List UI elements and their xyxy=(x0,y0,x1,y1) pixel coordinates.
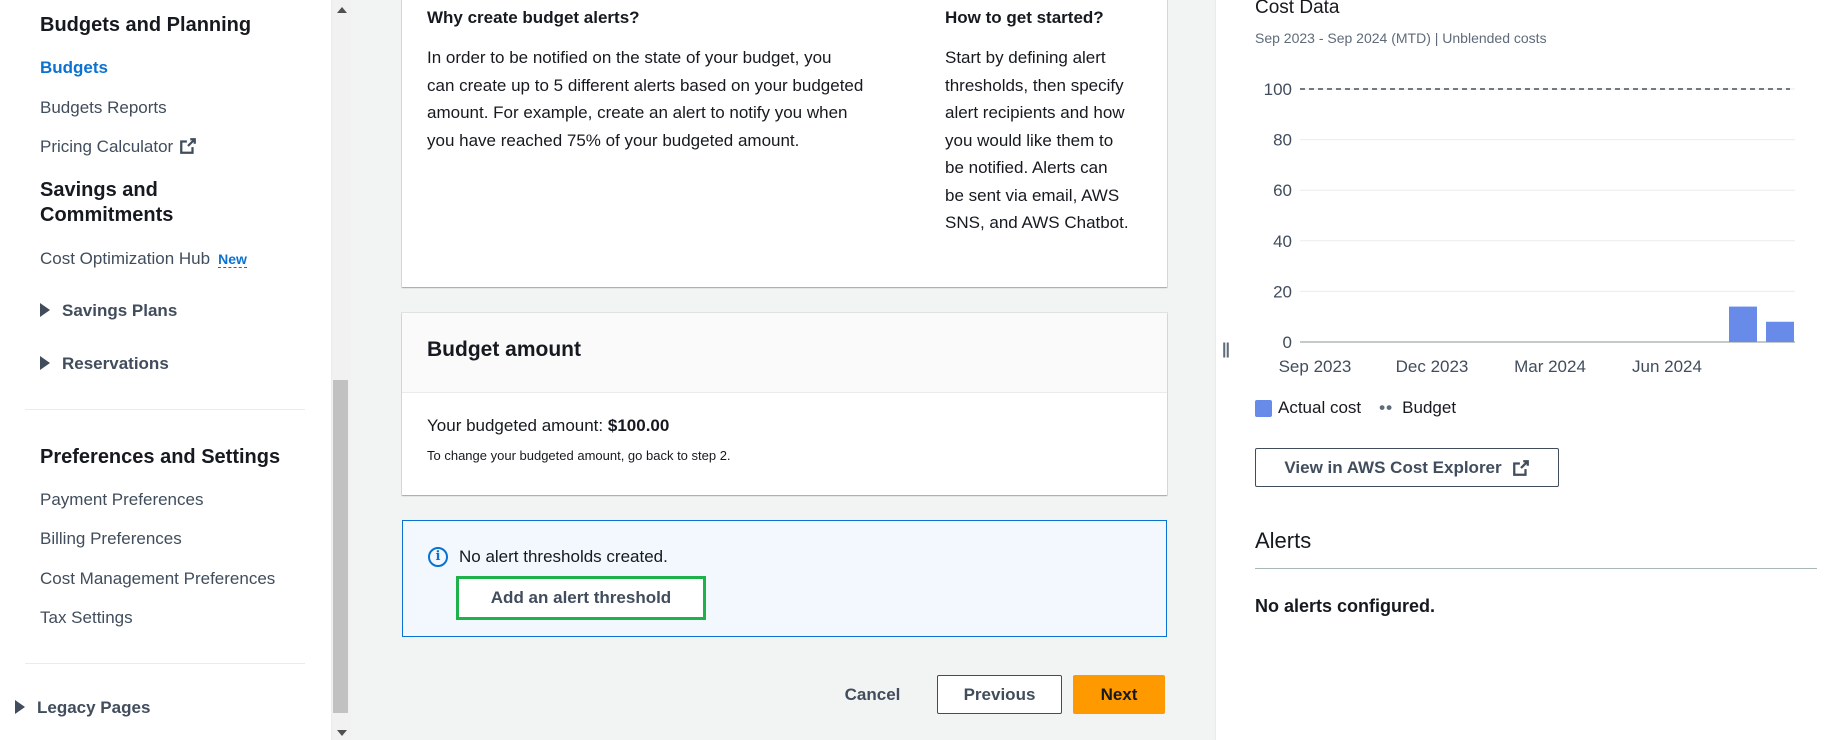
cost-optimization-hub-label: Cost Optimization Hub xyxy=(40,249,211,268)
sidebar-item-payment-preferences[interactable]: Payment Preferences xyxy=(40,489,203,511)
legend-actual-label: Actual cost xyxy=(1278,398,1362,417)
how-line: Start by defining alert xyxy=(945,48,1106,67)
why-line: In order to be notified on the state of … xyxy=(427,48,832,67)
reservations-label: Reservations xyxy=(62,354,169,373)
why-line: you have reached 75% of your budgeted am… xyxy=(427,130,800,150)
how-line: alert recipients and how xyxy=(945,103,1125,122)
chart-legend: Actual cost •• Budget xyxy=(1255,398,1456,418)
y-tick-label: 0 xyxy=(1283,333,1292,352)
previous-button[interactable]: Previous xyxy=(937,675,1062,714)
budgeted-amount-hint: To change your budgeted amount, go back … xyxy=(427,448,731,463)
view-cost-explorer-button[interactable]: View in AWS Cost Explorer xyxy=(1255,448,1559,487)
cancel-button[interactable]: Cancel xyxy=(830,675,915,714)
sidebar-expander-savings-plans[interactable]: Savings Plans xyxy=(40,300,177,322)
add-alert-threshold-button[interactable]: Add an alert threshold xyxy=(456,576,706,620)
sidebar-divider xyxy=(25,409,305,410)
sidebar-item-tax-settings[interactable]: Tax Settings xyxy=(40,607,133,629)
sidebar-item-budgets[interactable]: Budgets xyxy=(40,57,108,79)
pricing-calculator-label: Pricing Calculator xyxy=(40,137,174,156)
sidebar-item-cost-management-preferences[interactable]: Cost Management Preferences xyxy=(40,568,275,590)
how-line: thresholds, then specify xyxy=(945,75,1124,95)
x-tick-label: Jun 2024 xyxy=(1632,357,1702,376)
cost-data-subtitle: Sep 2023 - Sep 2024 (MTD) | Unblended co… xyxy=(1255,30,1547,46)
panel-resize-handle-icon[interactable]: || xyxy=(1222,341,1230,359)
sidebar-expander-legacy-pages[interactable]: Legacy Pages xyxy=(15,697,150,719)
y-tick-label: 40 xyxy=(1273,232,1292,251)
alerts-empty-message: No alerts configured. xyxy=(1255,596,1436,616)
section-title-savings-1: Savings and xyxy=(40,179,158,201)
section-title-budgets-planning: Budgets and Planning xyxy=(40,14,252,36)
external-link-icon xyxy=(180,138,197,154)
budget-amount-title: Budget amount xyxy=(427,338,581,361)
budget-amount-panel: Budget amount Your budgeted amount: $100… xyxy=(402,313,1167,495)
why-body: In order to be notified on the state of … xyxy=(427,44,907,154)
external-link-icon xyxy=(1512,459,1529,476)
why-title: Why create budget alerts? xyxy=(427,8,640,27)
budgeted-amount: Your budgeted amount: $100.00 xyxy=(427,416,669,436)
scroll-up-arrow-icon[interactable] xyxy=(337,7,347,13)
caret-right-icon xyxy=(40,303,50,317)
cost-data-title: Cost Data xyxy=(1255,0,1340,18)
why-line: can create up to 5 different alerts base… xyxy=(427,75,864,95)
y-tick-label: 100 xyxy=(1264,80,1292,99)
no-thresholds-message: No alert thresholds created. xyxy=(459,547,668,566)
y-tick-label: 20 xyxy=(1273,282,1292,301)
caret-right-icon xyxy=(40,356,50,370)
alerts-title: Alerts xyxy=(1255,528,1312,553)
scrollbar-thumb[interactable] xyxy=(333,380,348,713)
how-line: SNS, and AWS Chatbot. xyxy=(945,213,1129,232)
budgeted-amount-label: Your budgeted amount: xyxy=(427,416,604,435)
x-tick-label: Sep 2023 xyxy=(1279,357,1352,376)
why-line: amount. For example, create an alert to … xyxy=(427,103,848,122)
section-title-preferences: Preferences and Settings xyxy=(40,446,281,468)
savings-plans-label: Savings Plans xyxy=(62,301,178,320)
next-button[interactable]: Next xyxy=(1073,675,1165,714)
x-tick-label: Mar 2024 xyxy=(1514,357,1586,376)
info-icon: i xyxy=(428,547,448,567)
section-title-savings-2: Commitments xyxy=(40,204,174,226)
legend-budget-swatch: •• xyxy=(1379,398,1394,417)
budgeted-amount-value: $100.00 xyxy=(607,416,670,435)
new-badge: New xyxy=(218,251,247,268)
sidebar-item-cost-optimization-hub[interactable]: Cost Optimization Hub New xyxy=(40,248,247,270)
how-body: Start by defining alert thresholds, then… xyxy=(945,44,1155,237)
x-tick-label: Dec 2023 xyxy=(1396,357,1469,376)
sidebar-expander-reservations[interactable]: Reservations xyxy=(40,353,169,375)
alerts-divider xyxy=(1255,568,1817,569)
alerts-info-panel: Why create budget alerts? In order to be… xyxy=(402,0,1167,287)
no-thresholds-alert: i No alert thresholds created. Add an al… xyxy=(402,520,1167,637)
y-tick-label: 60 xyxy=(1273,181,1292,200)
sidebar: Budgets and Planning Budgets Budgets Rep… xyxy=(0,0,332,740)
how-line: be notified. Alerts can xyxy=(945,158,1108,177)
sidebar-item-budgets-reports[interactable]: Budgets Reports xyxy=(40,97,167,119)
actual-cost-bar xyxy=(1766,321,1794,342)
how-title: How to get started? xyxy=(945,8,1104,27)
how-line: you would like them to xyxy=(945,130,1114,150)
sidebar-divider xyxy=(25,663,305,664)
sidebar-item-billing-preferences[interactable]: Billing Preferences xyxy=(40,528,182,550)
sidebar-item-pricing-calculator[interactable]: Pricing Calculator xyxy=(40,136,197,158)
caret-right-icon xyxy=(15,700,25,714)
cost-chart: 0 20 40 60 80 100 Sep 2023 Dec 2023 Mar 2024 Jun … xyxy=(1264,80,1795,376)
legend-actual-swatch xyxy=(1255,399,1272,417)
scroll-down-arrow-icon[interactable] xyxy=(337,730,347,736)
view-cost-explorer-label: View in AWS Cost Explorer xyxy=(1284,457,1502,477)
actual-cost-bar xyxy=(1729,306,1757,342)
how-line: be sent via email, AWS xyxy=(945,185,1120,205)
legend-budget-label: Budget xyxy=(1402,398,1457,417)
legacy-pages-label: Legacy Pages xyxy=(37,698,151,717)
budget-amount-header: Budget amount xyxy=(402,313,1167,393)
y-tick-label: 80 xyxy=(1273,131,1292,150)
